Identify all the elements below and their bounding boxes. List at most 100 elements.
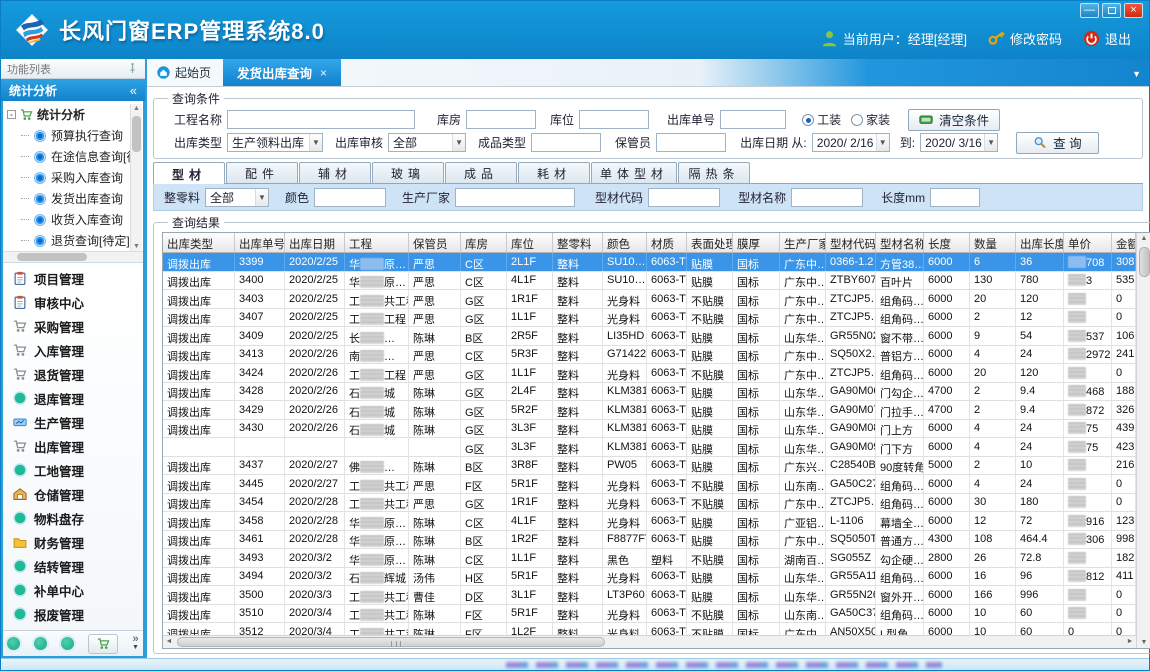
material-tab-配件[interactable]: 配件 bbox=[226, 162, 298, 183]
table-row[interactable]: 调拨出库34282020/2/26石城陈琳G区2L4F整料KLM38176063… bbox=[163, 383, 1136, 402]
tree-vertical-scrollbar[interactable]: ▲ ▼ bbox=[130, 104, 142, 251]
close-button[interactable]: × bbox=[1124, 3, 1143, 18]
module-dot-icon[interactable] bbox=[61, 637, 74, 650]
module-cart-button[interactable] bbox=[88, 634, 118, 654]
material-tab-成品[interactable]: 成品 bbox=[445, 162, 517, 183]
radio-gongzhuang[interactable]: 工装 bbox=[802, 111, 841, 128]
tree-item[interactable]: 发货出库查询 bbox=[3, 188, 143, 209]
tab-overflow-icon[interactable]: ▼ bbox=[1132, 69, 1141, 79]
sidebar-item-退货管理[interactable]: 退货管理 bbox=[3, 362, 143, 386]
length-input[interactable] bbox=[930, 188, 980, 207]
sidebar-item-审核中心[interactable]: 审核中心 bbox=[3, 290, 143, 314]
profile-code-input[interactable] bbox=[648, 188, 720, 207]
tree-item[interactable]: 收货入库查询 bbox=[3, 209, 143, 230]
sidebar-item-工地管理[interactable]: 工地管理 bbox=[3, 458, 143, 482]
scroll-up-icon[interactable]: ▲ bbox=[131, 105, 142, 112]
section-header-stats[interactable]: 统计分析 « bbox=[1, 79, 145, 101]
scroll-up-icon[interactable]: ▲ bbox=[1137, 235, 1150, 242]
table-row[interactable]: 调拨出库34942020/3/2石辉城汤伟H区5R1F整料光身料6063-T5贴… bbox=[163, 568, 1136, 587]
column-header-出库类型[interactable]: 出库类型 bbox=[163, 233, 235, 252]
grid-vertical-scrollbar[interactable]: ▲ ▼ bbox=[1136, 233, 1150, 648]
column-header-出库日期[interactable]: 出库日期 bbox=[285, 233, 345, 252]
table-row[interactable]: 调拨出库34372020/2/27佛…陈琳B区3R8F整料PW056063-T5… bbox=[163, 457, 1136, 476]
color-input[interactable] bbox=[314, 188, 386, 207]
sidebar-item-生产管理[interactable]: 生产管理 bbox=[3, 410, 143, 434]
column-header-材质[interactable]: 材质 bbox=[647, 233, 687, 252]
column-header-库位[interactable]: 库位 bbox=[507, 233, 553, 252]
tree-item[interactable]: 退货查询[待定] bbox=[3, 230, 143, 251]
module-dot-icon[interactable] bbox=[34, 637, 47, 650]
column-header-颜色[interactable]: 颜色 bbox=[603, 233, 647, 252]
pin-icon[interactable] bbox=[126, 62, 139, 75]
tab-shipping-outbound-query[interactable]: 发货出库查询 × bbox=[223, 59, 341, 86]
sidebar-item-出库管理[interactable]: 出库管理 bbox=[3, 434, 143, 458]
change-password-button[interactable]: 修改密码 bbox=[988, 29, 1062, 48]
column-header-出库长度[interactable]: 出库长度 bbox=[1016, 233, 1064, 252]
column-header-库房[interactable]: 库房 bbox=[461, 233, 507, 252]
table-row[interactable]: 调拨出库34612020/2/28华原…陈琳B区1R2F整料F8877FT606… bbox=[163, 531, 1136, 550]
table-row[interactable]: 调拨出库34092020/2/25长…陈琳B区2R5F整料LI35HD6063-… bbox=[163, 327, 1136, 346]
material-tab-辅材[interactable]: 辅材 bbox=[299, 162, 371, 183]
table-row[interactable]: 调拨出库34932020/3/2华原…陈琳C区1L1F整料黑色塑料不贴膜国标湖南… bbox=[163, 549, 1136, 568]
sidebar-item-入库管理[interactable]: 入库管理 bbox=[3, 338, 143, 362]
table-row[interactable]: 调拨出库34292020/2/26石城陈琳G区5R2F整料KLM38176063… bbox=[163, 401, 1136, 420]
column-header-膜厚[interactable]: 膜厚 bbox=[733, 233, 780, 252]
table-row[interactable]: 调拨出库34002020/2/25华原…严思C区4L1F整料SU10…6063-… bbox=[163, 272, 1136, 291]
material-tab-玻璃[interactable]: 玻璃 bbox=[372, 162, 444, 183]
tree-item[interactable]: 采购入库查询 bbox=[3, 167, 143, 188]
table-row[interactable]: 调拨出库34452020/2/27工共工程严思F区5R1F整料光身料6063-T… bbox=[163, 475, 1136, 494]
date-from-picker[interactable]: 2020/ 2/16▼ bbox=[812, 133, 890, 152]
tree-root-item[interactable]: - 统计分析 bbox=[3, 104, 143, 125]
table-row[interactable]: G区3L3F整料KLM38176063-T5贴膜国标山东华…GA90M09…门下… bbox=[163, 438, 1136, 457]
material-tab-耗材[interactable]: 耗材 bbox=[518, 162, 590, 183]
location-input[interactable] bbox=[579, 110, 649, 129]
tab-close-icon[interactable]: × bbox=[320, 66, 327, 80]
grid-horizontal-scrollbar[interactable]: ◄ ► bbox=[163, 635, 1136, 648]
sidebar-item-仓储管理[interactable]: 仓储管理 bbox=[3, 482, 143, 506]
column-header-型材代码[interactable]: 型材代码 bbox=[826, 233, 876, 252]
order-no-input[interactable] bbox=[720, 110, 786, 129]
minimize-button[interactable]: — bbox=[1080, 3, 1099, 18]
scrollbar-thumb[interactable] bbox=[17, 253, 87, 261]
maximize-button[interactable] bbox=[1102, 3, 1121, 18]
whole-part-select[interactable]: 全部▼ bbox=[205, 188, 269, 207]
sidebar-item-物料盘存[interactable]: 物料盘存 bbox=[3, 506, 143, 530]
tree-horizontal-scrollbar[interactable] bbox=[3, 251, 143, 263]
project-name-input[interactable] bbox=[227, 110, 415, 129]
table-row[interactable]: 调拨出库34072020/2/25工工程严思G区1L1F整料光身料6063-T5… bbox=[163, 309, 1136, 328]
out-type-select[interactable]: 生产领料出库▼ bbox=[227, 133, 323, 152]
scrollbar-thumb[interactable] bbox=[1139, 247, 1150, 277]
clear-conditions-button[interactable]: 清空条件 bbox=[908, 109, 1000, 131]
table-row[interactable]: 调拨出库35102020/3/4工共工程陈琳F区5R1F整料光身料6063-T5… bbox=[163, 605, 1136, 624]
warehouse-input[interactable] bbox=[466, 110, 536, 129]
sidebar-item-补单中心[interactable]: 补单中心 bbox=[3, 578, 143, 602]
table-row[interactable]: 调拨出库34302020/2/26石城陈琳G区3L3F整料KLM38176063… bbox=[163, 420, 1136, 439]
table-row[interactable]: 调拨出库35002020/3/3工共工程曹佳D区3L1F整料LT3P606063… bbox=[163, 586, 1136, 605]
keeper-input[interactable] bbox=[656, 133, 726, 152]
logout-button[interactable]: 退出 bbox=[1083, 29, 1131, 48]
column-header-生产厂家[interactable]: 生产厂家 bbox=[780, 233, 826, 252]
tree-item[interactable]: 在途信息查询[待 bbox=[3, 146, 143, 167]
table-row[interactable]: 调拨出库34582020/2/28华原…陈琳C区4L1F整料光身料6063-T5… bbox=[163, 512, 1136, 531]
column-header-工程[interactable]: 工程 bbox=[345, 233, 409, 252]
more-modules-button[interactable]: »▼ bbox=[132, 636, 139, 651]
table-row[interactable]: 调拨出库34542020/2/28工共工程严思G区1R1F整料光身料6063-T… bbox=[163, 494, 1136, 513]
tree-item[interactable]: 预算执行查询 bbox=[3, 125, 143, 146]
audit-select[interactable]: 全部▼ bbox=[388, 133, 466, 152]
scroll-left-icon[interactable]: ◄ bbox=[163, 636, 175, 648]
scroll-down-icon[interactable]: ▼ bbox=[1137, 639, 1150, 646]
date-to-picker[interactable]: 2020/ 3/16▼ bbox=[920, 133, 998, 152]
scroll-down-icon[interactable]: ▼ bbox=[131, 243, 142, 250]
sidebar-item-结转管理[interactable]: 结转管理 bbox=[3, 554, 143, 578]
table-row[interactable]: 调拨出库33992020/2/25华原…严思C区2L1F整料SU10…6063-… bbox=[163, 253, 1136, 272]
table-row[interactable]: 调拨出库34032020/2/25工共工程严思G区1R1F整料光身料6063-T… bbox=[163, 290, 1136, 309]
column-header-长度[interactable]: 长度 bbox=[924, 233, 970, 252]
material-tab-单体型材[interactable]: 单体型材 bbox=[591, 162, 677, 183]
material-tab-型材[interactable]: 型材 bbox=[153, 162, 225, 184]
column-header-数量[interactable]: 数量 bbox=[970, 233, 1016, 252]
collapse-icon[interactable]: « bbox=[130, 83, 137, 98]
product-type-input[interactable] bbox=[531, 133, 601, 152]
column-header-出库单号[interactable]: 出库单号 bbox=[235, 233, 285, 252]
column-header-金额[interactable]: 金额 bbox=[1112, 233, 1136, 252]
table-row[interactable]: 调拨出库35122020/3/4工共工程陈琳F区1L2F整料光身料6063-T5… bbox=[163, 623, 1136, 635]
